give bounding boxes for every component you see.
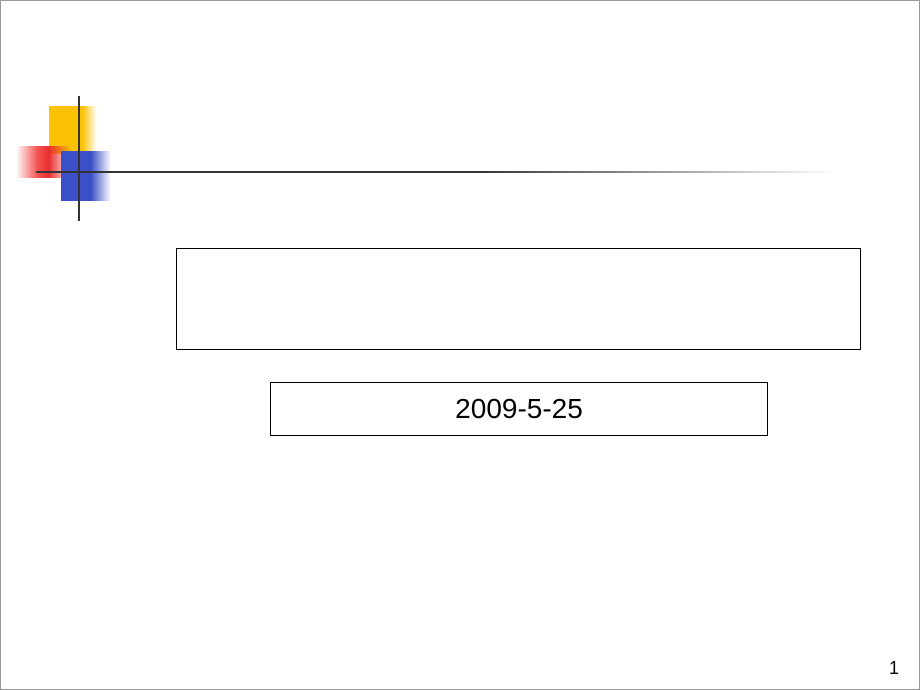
logo-blue-square — [61, 151, 111, 201]
page-number: 1 — [889, 658, 899, 679]
title-box — [176, 248, 861, 350]
horizontal-divider — [36, 171, 836, 173]
logo-vertical-line — [78, 96, 80, 221]
date-box: 2009-5-25 — [270, 382, 768, 436]
date-text: 2009-5-25 — [455, 393, 583, 425]
slide-logo — [11, 96, 141, 226]
